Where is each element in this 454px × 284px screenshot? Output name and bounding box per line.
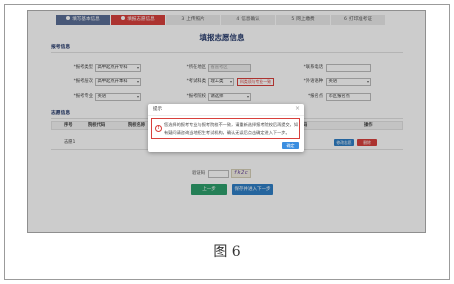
dialog-message-box: 您选择的报考专业与报考院校不一致，请重新选择报考院校后再提交，如有疑问请咨询当地… [151, 118, 300, 139]
dialog-title: 提示 [153, 107, 162, 112]
dialog-divider [148, 115, 304, 116]
alert-icon [155, 125, 162, 132]
app-screenshot: 填写基本信息 填报志愿信息 3 上传照片 4 信息确认 5 网上缴费 6 打印准考证 填… [27, 10, 426, 233]
alert-dialog: 提示 × 您选择的报考专业与报考院校不一致，请重新选择报考院校后再提交，如有疑问… [148, 104, 304, 152]
confirm-button[interactable]: 确定 [282, 142, 299, 149]
figure-caption: 图 6 [213, 244, 241, 260]
dialog-message: 您选择的报考专业与报考院校不一致，请重新选择报考院校后再提交，如有疑问请咨询当地… [164, 121, 299, 135]
close-icon[interactable]: × [295, 105, 300, 113]
